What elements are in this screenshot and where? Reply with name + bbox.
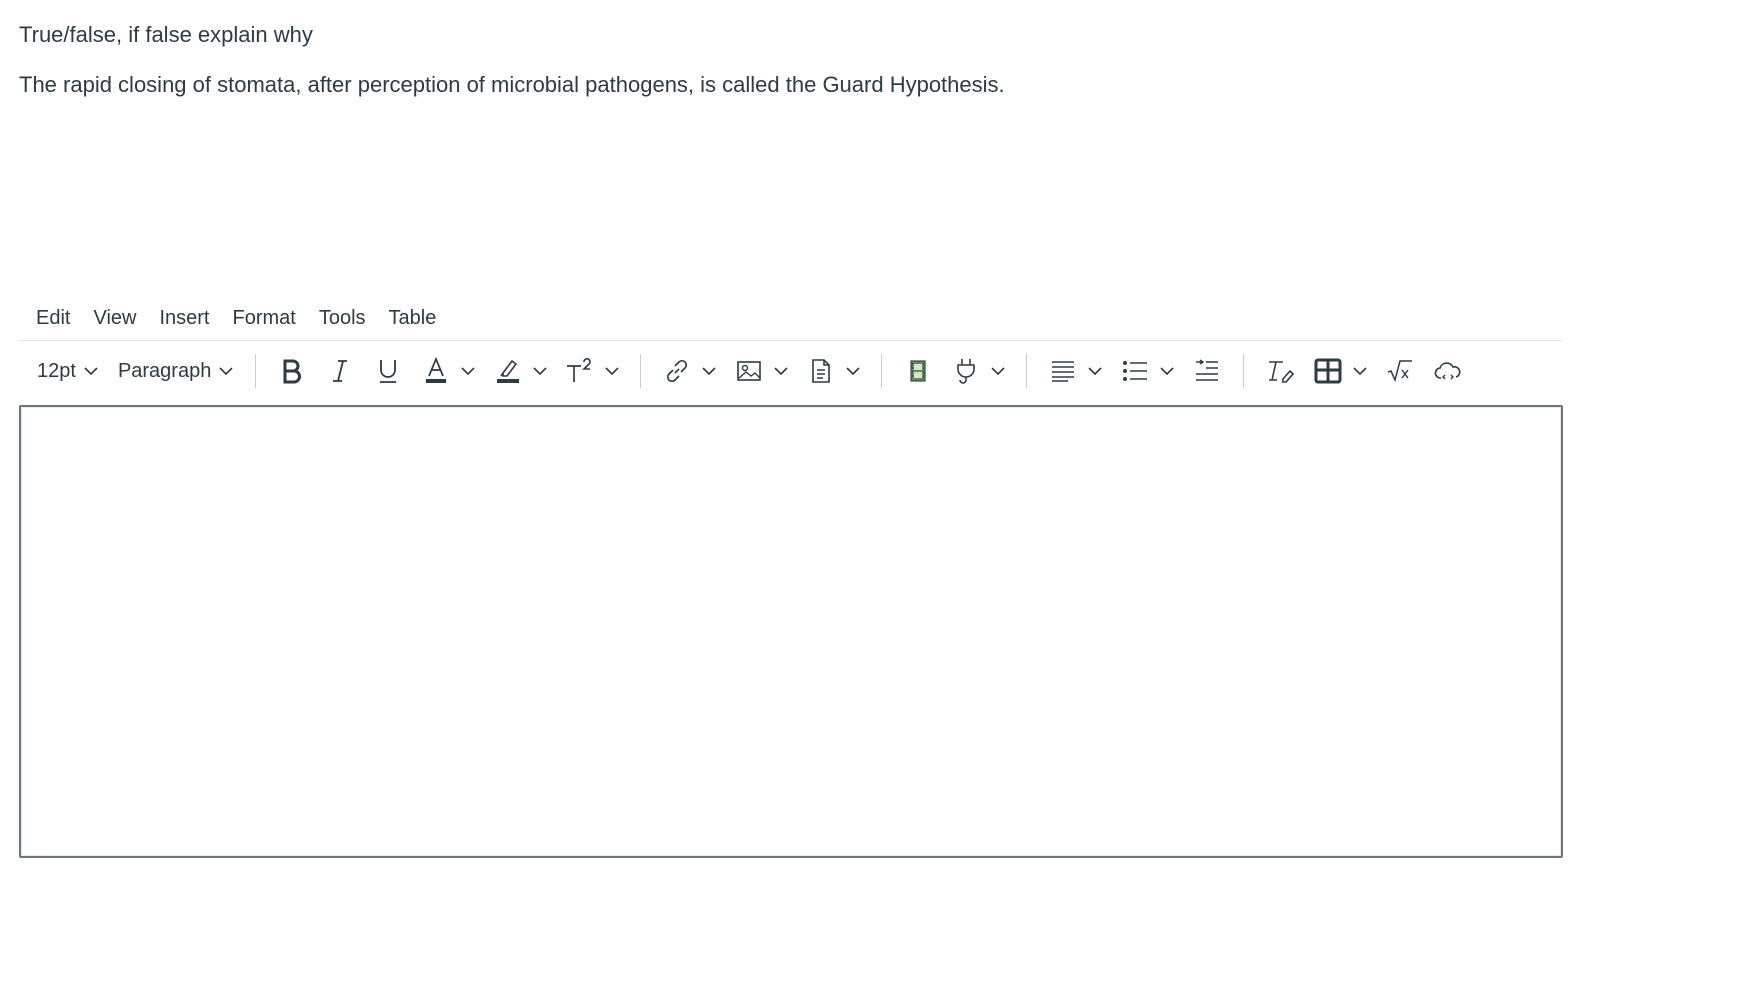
superscript-button[interactable] bbox=[560, 351, 600, 391]
toolbar-separator bbox=[1243, 354, 1245, 388]
menu-tools[interactable]: Tools bbox=[308, 301, 377, 336]
plugin-icon bbox=[953, 357, 979, 385]
document-button[interactable] bbox=[801, 351, 841, 391]
editor-toolbar: 12pt Paragraph bbox=[19, 341, 1563, 401]
media-button[interactable] bbox=[898, 351, 938, 391]
rich-text-editor: Edit View Insert Format Tools Table 12pt… bbox=[19, 296, 1563, 858]
highlight-split bbox=[488, 351, 552, 391]
block-format-value: Paragraph bbox=[117, 359, 212, 382]
block-format-select[interactable]: Paragraph bbox=[112, 351, 239, 391]
menu-insert[interactable]: Insert bbox=[148, 301, 220, 336]
plugin-split bbox=[946, 351, 1010, 391]
indent-icon bbox=[1194, 359, 1220, 383]
chevron-down-icon bbox=[846, 366, 860, 376]
highlight-icon bbox=[495, 357, 521, 385]
underline-button[interactable] bbox=[368, 351, 408, 391]
menu-table[interactable]: Table bbox=[378, 301, 448, 336]
image-button[interactable] bbox=[729, 351, 769, 391]
align-dropdown[interactable] bbox=[1083, 351, 1107, 391]
menu-edit[interactable]: Edit bbox=[25, 301, 81, 336]
bullet-list-button[interactable] bbox=[1115, 351, 1155, 391]
document-dropdown[interactable] bbox=[841, 351, 865, 391]
chevron-down-icon bbox=[1353, 366, 1367, 376]
text-color-button[interactable] bbox=[416, 351, 456, 391]
image-split bbox=[729, 351, 793, 391]
indent-button[interactable] bbox=[1187, 351, 1227, 391]
cloud-button[interactable] bbox=[1428, 351, 1468, 391]
chevron-down-icon bbox=[702, 366, 716, 376]
text-color-dropdown[interactable] bbox=[456, 351, 480, 391]
question-text: True/false, if false explain why The rap… bbox=[19, 18, 1559, 102]
chevron-down-icon bbox=[533, 366, 547, 376]
italic-button[interactable] bbox=[320, 351, 360, 391]
editor-menubar: Edit View Insert Format Tools Table bbox=[19, 296, 1563, 341]
text-color-icon bbox=[424, 357, 448, 385]
chevron-down-icon bbox=[605, 366, 619, 376]
bold-icon bbox=[281, 358, 303, 384]
chevron-down-icon bbox=[219, 366, 233, 376]
highlight-dropdown[interactable] bbox=[528, 351, 552, 391]
font-size-select[interactable]: 12pt bbox=[31, 351, 104, 391]
math-equation-icon bbox=[1386, 359, 1414, 383]
italic-icon bbox=[330, 358, 350, 384]
link-button[interactable] bbox=[657, 351, 697, 391]
chevron-down-icon bbox=[461, 366, 475, 376]
link-dropdown[interactable] bbox=[697, 351, 721, 391]
chevron-down-icon bbox=[774, 366, 788, 376]
bullet-list-split bbox=[1115, 351, 1179, 391]
toolbar-separator bbox=[881, 354, 883, 388]
align-button[interactable] bbox=[1043, 351, 1083, 391]
math-equation-button[interactable] bbox=[1380, 351, 1420, 391]
chevron-down-icon bbox=[991, 366, 1005, 376]
plugin-dropdown[interactable] bbox=[986, 351, 1010, 391]
toolbar-separator bbox=[1026, 354, 1028, 388]
font-size-value: 12pt bbox=[37, 359, 76, 382]
question-instruction: True/false, if false explain why bbox=[19, 22, 313, 47]
media-icon bbox=[909, 360, 927, 382]
link-icon bbox=[664, 358, 690, 384]
clear-format-button[interactable] bbox=[1260, 351, 1300, 391]
table-icon bbox=[1314, 358, 1342, 384]
image-dropdown[interactable] bbox=[769, 351, 793, 391]
underline-icon bbox=[377, 358, 399, 384]
align-icon bbox=[1050, 359, 1076, 383]
question-statement: The rapid closing of stomata, after perc… bbox=[19, 72, 1005, 97]
bold-button[interactable] bbox=[272, 351, 312, 391]
align-split bbox=[1043, 351, 1107, 391]
editor-content-area[interactable] bbox=[19, 405, 1563, 858]
link-split bbox=[657, 351, 721, 391]
superscript-icon bbox=[565, 358, 595, 384]
highlight-button[interactable] bbox=[488, 351, 528, 391]
table-button[interactable] bbox=[1308, 351, 1348, 391]
image-icon bbox=[736, 359, 762, 383]
cloud-icon bbox=[1433, 359, 1463, 383]
bullet-list-dropdown[interactable] bbox=[1155, 351, 1179, 391]
toolbar-separator bbox=[640, 354, 642, 388]
toolbar-separator bbox=[255, 354, 257, 388]
document-icon bbox=[809, 358, 833, 384]
menu-view[interactable]: View bbox=[82, 301, 147, 336]
document-split bbox=[801, 351, 865, 391]
text-color-split bbox=[416, 351, 480, 391]
superscript-dropdown[interactable] bbox=[600, 351, 624, 391]
bullet-list-icon bbox=[1122, 359, 1148, 383]
plugin-button[interactable] bbox=[946, 351, 986, 391]
chevron-down-icon bbox=[1088, 366, 1102, 376]
chevron-down-icon bbox=[84, 366, 98, 376]
clear-format-icon bbox=[1266, 359, 1295, 383]
superscript-split bbox=[560, 351, 624, 391]
table-split bbox=[1308, 351, 1372, 391]
table-dropdown[interactable] bbox=[1348, 351, 1372, 391]
menu-format[interactable]: Format bbox=[222, 301, 307, 336]
chevron-down-icon bbox=[1160, 366, 1174, 376]
